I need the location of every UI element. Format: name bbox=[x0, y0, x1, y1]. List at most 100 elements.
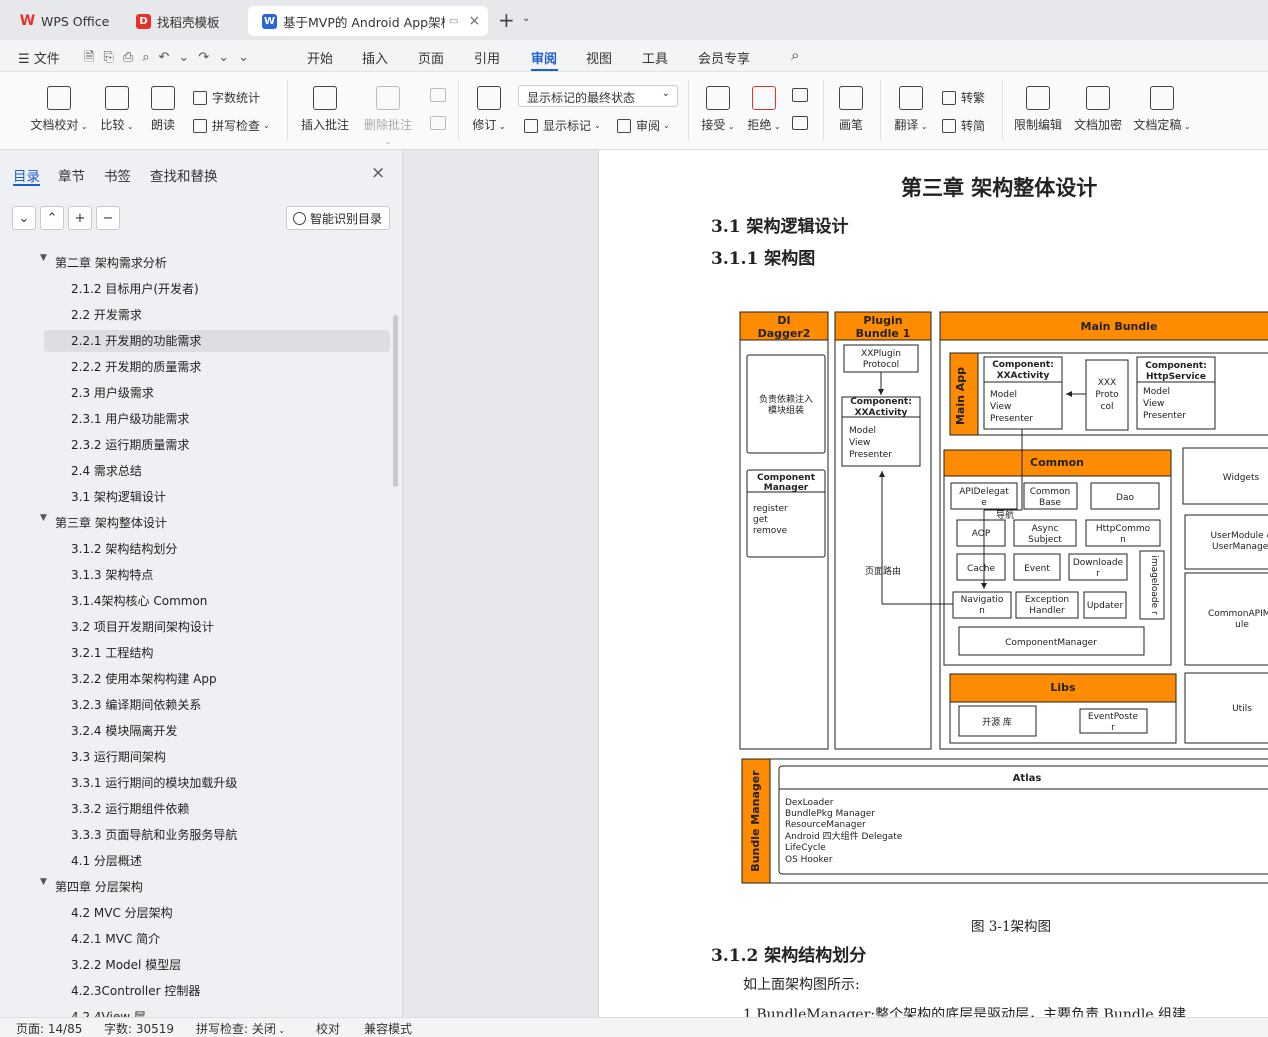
file-menu[interactable]: ☰ 文件 bbox=[18, 48, 60, 67]
toc-item[interactable]: 第四章 分层架构 bbox=[55, 876, 143, 898]
toc-item[interactable]: 4.1 分层概述 bbox=[71, 850, 142, 872]
menu-view[interactable]: 视图 bbox=[586, 48, 612, 67]
doc-proofread-button[interactable]: 文档校对 ⌄ bbox=[28, 86, 90, 133]
menu-start[interactable]: 开始 bbox=[307, 48, 333, 67]
markup-state-select[interactable]: 显示标记的最终状态 ⌄ bbox=[518, 85, 678, 107]
toc-item[interactable]: 3.3.3 页面导航和业务服务导航 bbox=[71, 824, 237, 846]
toc-item[interactable]: 4.2.4View 层 bbox=[71, 1006, 146, 1017]
insert-comment-button[interactable]: 插入批注 bbox=[300, 86, 350, 133]
search-icon[interactable]: ⌕ bbox=[791, 46, 799, 64]
document-page[interactable]: 第三章 架构整体设计 3.1 架构逻辑设计 3.1.1 架构图 DI Dagge… bbox=[598, 150, 1268, 1017]
finalize-button[interactable]: 文档定稿 ⌄ bbox=[1132, 86, 1192, 133]
toc-item[interactable]: 3.1.2 架构结构划分 bbox=[71, 538, 177, 560]
reject-button[interactable]: 拒绝 ⌄ bbox=[746, 86, 782, 133]
spell-check-status[interactable]: 拼写检查: 关闭 ⌄ bbox=[196, 1020, 285, 1037]
toc-item[interactable]: 第二章 架构需求分析 bbox=[55, 252, 167, 274]
hamburger-icon: ☰ bbox=[18, 52, 34, 67]
diagram-label: Subject bbox=[1028, 535, 1062, 545]
quick-access-toolbar[interactable]: 🗎⎘⎙⌕↶⌄↷⌄⌄ bbox=[84, 48, 258, 70]
toc-item[interactable]: 2.3.2 运行期质量需求 bbox=[71, 434, 189, 456]
read-aloud-button[interactable]: 朗读 bbox=[148, 86, 178, 133]
show-markup-button[interactable]: 显示标记 ⌄ bbox=[524, 117, 601, 134]
diagram-label: Downloade bbox=[1073, 558, 1124, 568]
toc-scrollbar[interactable] bbox=[393, 315, 398, 487]
diagram-label: BundlePkg Manager bbox=[785, 809, 875, 819]
tab-template[interactable]: D 找稻壳模板 bbox=[122, 6, 244, 36]
chevron-down-icon[interactable]: ⌄ bbox=[522, 13, 530, 24]
review-ribbon: 文档校对 ⌄ 比较 ⌄ 朗读 字数统计 拼写检查 ⌄ 插入批注 删除批注 ⌄ 修订… bbox=[0, 72, 1268, 150]
caret-down-icon[interactable]: ▼ bbox=[40, 513, 47, 523]
to-simplified-button[interactable]: 转简 bbox=[942, 117, 985, 134]
smart-toc-button[interactable]: 智能识别目录 bbox=[286, 206, 390, 230]
tab-bookmarks[interactable]: 书签 bbox=[104, 165, 131, 185]
toc-item[interactable]: 3.2.2 使用本架构构建 App bbox=[71, 668, 217, 690]
word-count[interactable]: 字数: 30519 bbox=[104, 1020, 174, 1037]
close-icon[interactable]: × bbox=[468, 13, 480, 29]
tab-toc[interactable]: 目录 bbox=[13, 165, 40, 185]
review-pane-button[interactable]: 审阅 ⌄ bbox=[617, 117, 670, 134]
prev-comment-icon[interactable] bbox=[430, 88, 446, 102]
encrypt-button[interactable]: 文档加密 bbox=[1072, 86, 1124, 133]
remove-toc-button[interactable]: − bbox=[96, 206, 120, 230]
collapse-button[interactable]: ⌃ bbox=[40, 206, 64, 230]
tab-find-replace[interactable]: 查找和替换 bbox=[150, 165, 218, 185]
menu-review[interactable]: 审阅 bbox=[531, 48, 557, 67]
toc-item[interactable]: 3.1 架构逻辑设计 bbox=[71, 486, 166, 508]
compare-button[interactable]: 比较 ⌄ bbox=[98, 86, 136, 133]
toc-item[interactable]: 3.2.1 工程结构 bbox=[71, 642, 153, 664]
toc-item[interactable]: 3.3.1 运行期间的模块加载升级 bbox=[71, 772, 237, 794]
spell-check-button[interactable]: 拼写检查 ⌄ bbox=[193, 117, 270, 134]
toc-item[interactable]: 2.4 需求总结 bbox=[71, 460, 142, 482]
proofread-status[interactable]: 校对 bbox=[316, 1020, 340, 1037]
toc-item[interactable]: 3.2 项目开发期间架构设计 bbox=[71, 616, 214, 638]
monitor-icon[interactable]: ▭ bbox=[449, 16, 458, 27]
menu-page[interactable]: 页面 bbox=[418, 48, 444, 67]
toc-item[interactable]: 3.2.4 模块隔离开发 bbox=[71, 720, 177, 742]
toc-item[interactable]: 3.2.3 编译期间依赖关系 bbox=[71, 694, 201, 716]
tab-wps-office[interactable]: W WPS Office bbox=[6, 6, 118, 36]
toc-item[interactable]: 2.2 开发需求 bbox=[71, 304, 142, 326]
menu-reference[interactable]: 引用 bbox=[474, 48, 500, 67]
toc-item[interactable]: 3.1.4架构核心 Common bbox=[71, 590, 207, 612]
pen-button[interactable]: 画笔 bbox=[836, 86, 866, 133]
menu-tools[interactable]: 工具 bbox=[642, 48, 668, 67]
toc-item[interactable]: 2.3.1 用户级功能需求 bbox=[71, 408, 189, 430]
toc-item[interactable]: 4.2 MVC 分层架构 bbox=[71, 902, 173, 924]
toc-item[interactable]: 4.2.3Controller 控制器 bbox=[71, 980, 200, 1002]
accept-button[interactable]: 接受 ⌄ bbox=[700, 86, 736, 133]
diagram-label: HttpCommo bbox=[1096, 524, 1151, 534]
delete-comment-button[interactable]: 删除批注 ⌄ bbox=[360, 86, 416, 147]
toc-item[interactable]: 3.2.2 Model 模型层 bbox=[71, 954, 181, 976]
toc-item[interactable]: 2.2.2 开发期的质量需求 bbox=[71, 356, 201, 378]
toc-item[interactable]: 3.3.2 运行期组件依赖 bbox=[71, 798, 189, 820]
insert-comment-icon bbox=[313, 86, 337, 110]
toc-item[interactable]: 3.3 运行期间架构 bbox=[71, 746, 166, 768]
toc-item[interactable]: 第三章 架构整体设计 bbox=[55, 512, 167, 534]
next-comment-icon[interactable] bbox=[430, 116, 446, 130]
prev-change-icon[interactable] bbox=[792, 88, 808, 102]
toc-item-label: 第三章 架构整体设计 bbox=[55, 516, 167, 530]
word-count-button[interactable]: 字数统计 bbox=[193, 89, 260, 106]
tab-chapters[interactable]: 章节 bbox=[58, 165, 85, 185]
restrict-edit-button[interactable]: 限制编辑 bbox=[1012, 86, 1064, 133]
toc-item[interactable]: 3.1.3 架构特点 bbox=[71, 564, 153, 586]
toc-item[interactable]: 2.1.2 目标用户(开发者) bbox=[71, 278, 199, 300]
next-change-icon[interactable] bbox=[792, 116, 808, 130]
toc-item[interactable]: 2.3 用户级需求 bbox=[71, 382, 154, 404]
toc-item[interactable]: 4.2.1 MVC 简介 bbox=[71, 928, 160, 950]
translate-button[interactable]: 翻译 ⌄ bbox=[893, 86, 929, 133]
page-indicator[interactable]: 页面: 14/85 bbox=[16, 1020, 82, 1037]
tab-document[interactable]: W 基于MVP的 Android App架构 ▭ × bbox=[248, 6, 488, 36]
toc-item[interactable]: 2.2.1 开发期的功能需求 bbox=[44, 330, 390, 352]
menu-member[interactable]: 会员专享 bbox=[698, 48, 750, 67]
toc-item-label: 4.2.4View 层 bbox=[71, 1010, 146, 1017]
revise-button[interactable]: 修订 ⌄ bbox=[470, 86, 508, 133]
caret-down-icon[interactable]: ▼ bbox=[40, 253, 47, 263]
expand-button[interactable]: ⌄ bbox=[12, 206, 36, 230]
caret-down-icon[interactable]: ▼ bbox=[40, 877, 47, 887]
new-tab-plus-icon[interactable]: + bbox=[498, 8, 515, 32]
add-toc-button[interactable]: + bbox=[68, 206, 92, 230]
to-traditional-button[interactable]: 转繁 bbox=[942, 89, 985, 106]
close-icon[interactable]: × bbox=[371, 163, 385, 183]
menu-insert[interactable]: 插入 bbox=[362, 48, 388, 67]
